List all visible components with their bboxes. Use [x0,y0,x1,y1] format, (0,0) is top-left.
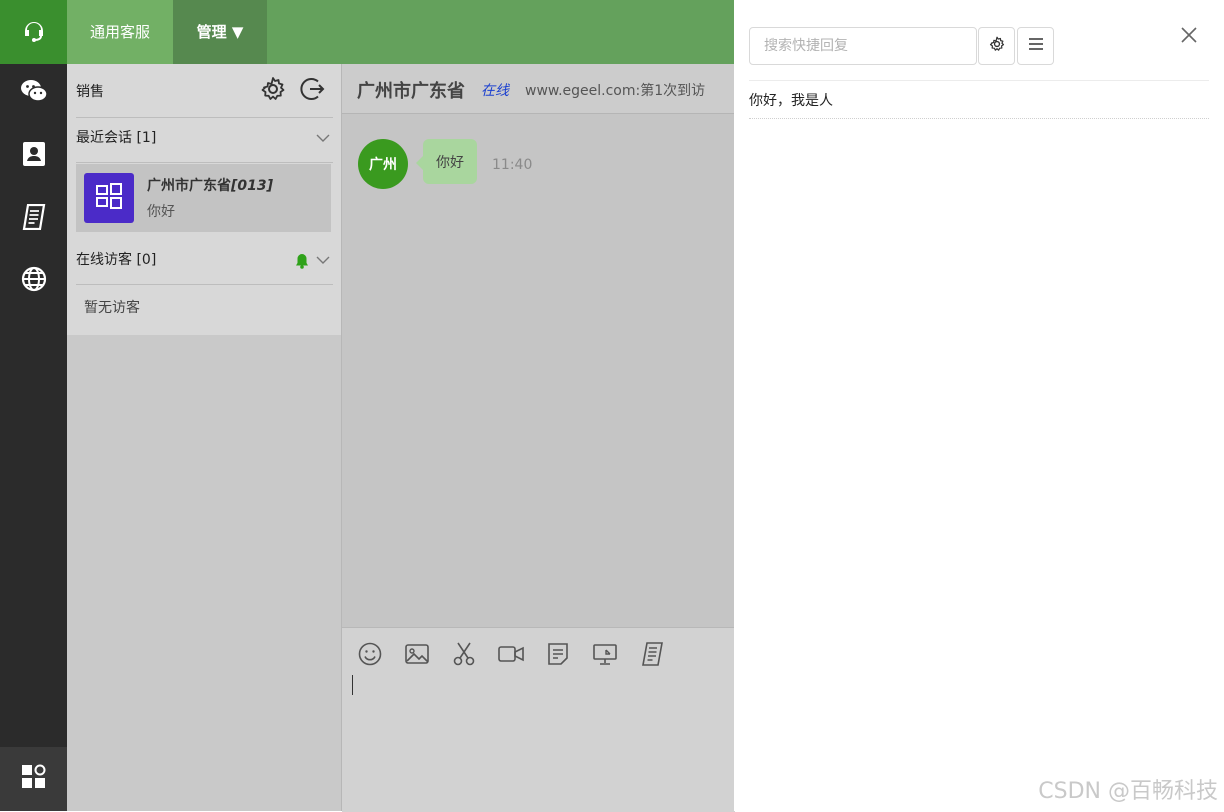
screen-icon[interactable] [591,640,619,668]
rail-item-notes[interactable] [0,188,67,250]
headset-icon [20,16,48,48]
smile-icon[interactable] [356,640,384,668]
logout-icon[interactable] [300,76,326,106]
rail-item-wechat[interactable] [0,62,67,124]
chat-panel: 广州市广东省 在线 www.egeel.com:第1次到访 广州 你好 11:4… [341,64,735,812]
conversation-id: [013] [231,178,274,194]
tab-manage-menu[interactable]: 管理 ▼ [173,0,267,64]
conversation-visitor: 广州市广东省 [147,178,231,194]
settings-button[interactable] [978,27,1015,65]
visit-site-info: www.egeel.com:第1次到访 [525,83,706,99]
sidebar-panel: 销售 最近会话 [1] 广州市广东省[013] 你好 在线访客 [0] 暂无访客 [67,64,341,335]
sidebar-header: 销售 [76,64,333,118]
quick-reply-item[interactable]: 你好，我是人 [749,90,1209,119]
chat-visitor-name: 广州市广东省 [357,81,465,102]
chevron-down-icon[interactable] [316,253,330,269]
image-icon[interactable] [403,640,431,668]
online-status: 在线 [481,83,509,99]
bell-icon[interactable] [295,253,309,273]
message-composer[interactable] [342,627,735,812]
rail-item-globe[interactable] [0,250,67,312]
left-rail [0,0,67,811]
recent-conversations-header[interactable]: 最近会话 [1] [76,118,333,163]
quick-reply-drawer: 你好，我是人 CSDN @百畅科技 [734,0,1224,811]
group-title: 销售 [76,84,104,100]
tab-general-service[interactable]: 通用客服 [67,0,173,64]
visitor-avatar [84,173,134,223]
rail-item-service[interactable] [0,0,67,64]
search-input[interactable] [749,27,977,65]
scissors-icon[interactable] [450,640,478,668]
menu-button[interactable] [1017,27,1054,65]
divider [749,80,1209,81]
chevron-down-icon[interactable] [316,131,330,147]
online-visitors-header[interactable]: 在线访客 [0] [76,240,333,285]
notes-icon [22,203,46,234]
note-icon[interactable] [544,640,572,668]
chat-header: 广州市广东省 在线 www.egeel.com:第1次到访 [342,64,735,114]
conversation-item[interactable]: 广州市广东省[013] 你好 [76,164,331,232]
receipt-icon[interactable] [638,640,666,668]
conversation-name: 广州市广东省[013] [147,175,273,195]
apps-icon [21,764,47,794]
recent-conversations-label: 最近会话 [1] [76,130,157,146]
conversation-last-message: 你好 [147,204,175,220]
video-icon[interactable] [497,640,525,668]
close-icon[interactable] [1179,25,1199,49]
globe-icon [21,266,47,296]
message-time: 11:40 [492,157,533,173]
rail-item-apps[interactable] [0,747,67,811]
no-visitors-text: 暂无访客 [84,300,140,316]
message-avatar: 广州 [358,139,408,189]
sidebar: 销售 最近会话 [1] 广州市广东省[013] 你好 在线访客 [0] 暂无访客 [67,64,341,811]
top-bar: 通用客服 管理 ▼ [67,0,734,64]
text-cursor [352,675,353,695]
message-bubble: 你好 [416,139,477,184]
gear-icon [989,36,1005,56]
rail-item-contacts[interactable] [0,125,67,187]
watermark: CSDN @百畅科技 [1038,779,1218,804]
online-visitors-label: 在线访客 [0] [76,252,157,268]
gear-icon[interactable] [260,76,286,106]
composer-toolbar [356,640,666,668]
hamburger-icon [1028,37,1044,55]
wechat-icon [20,78,48,108]
contacts-icon [22,141,46,171]
windows-icon [95,182,123,214]
